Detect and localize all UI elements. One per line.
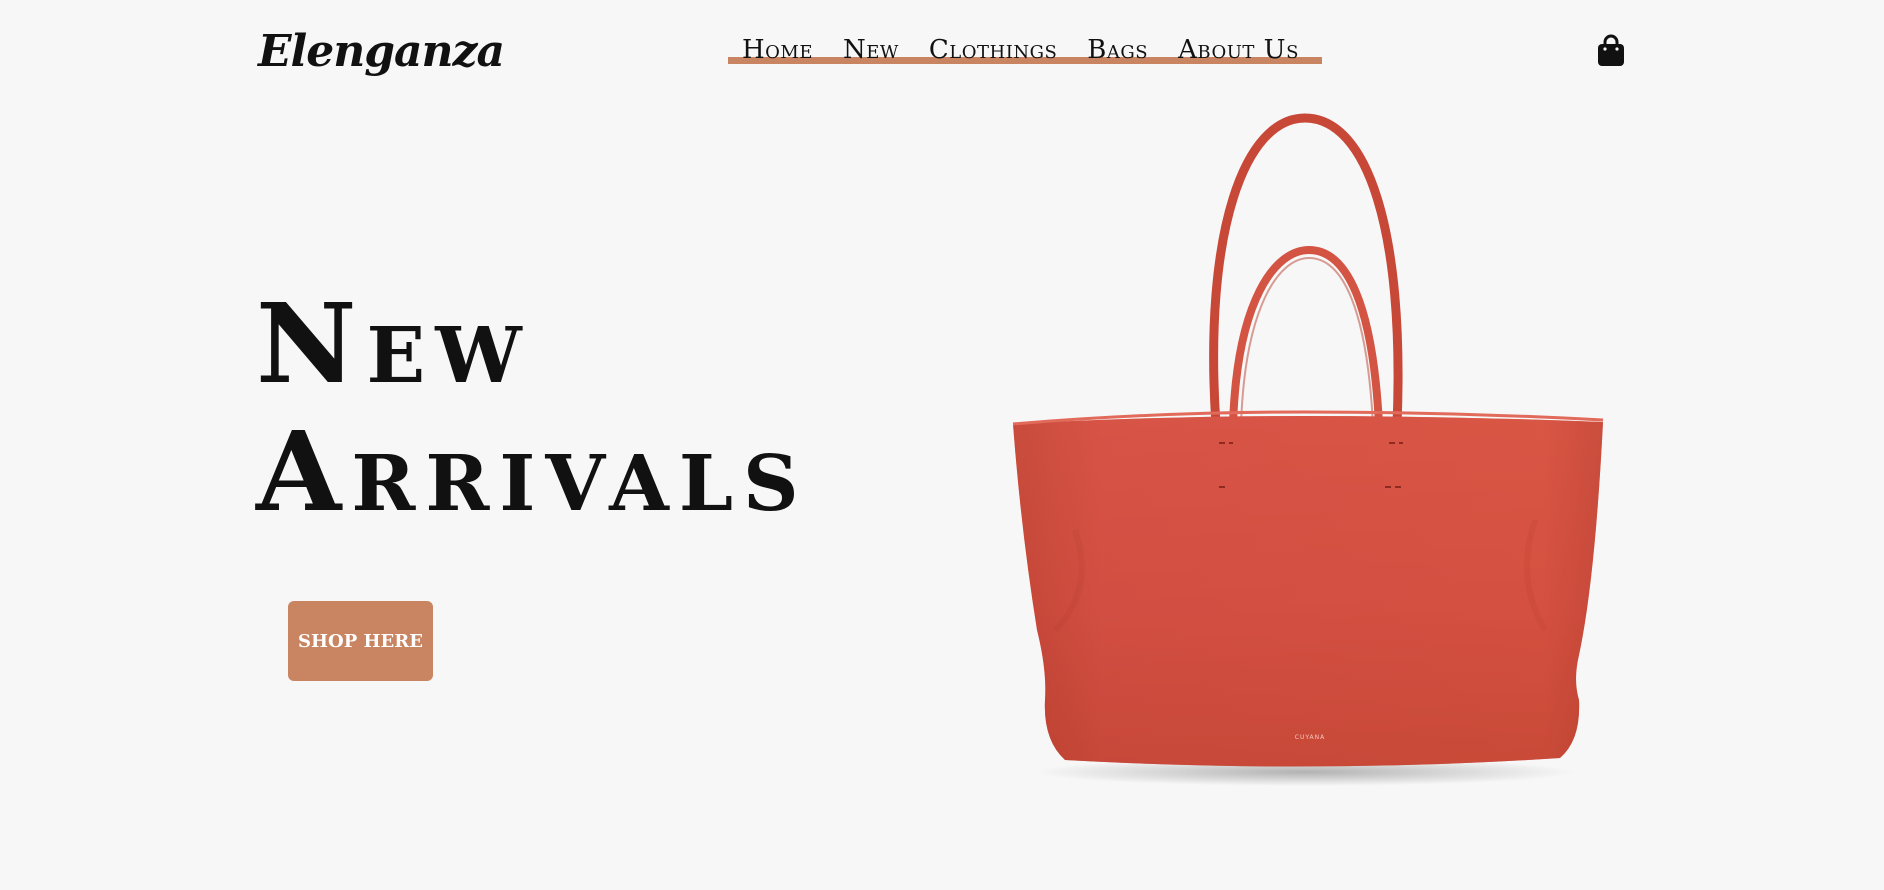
product-image-tote-bag[interactable]: CUYANA: [975, 110, 1625, 800]
nav-item-bags[interactable]: Bags: [1087, 30, 1148, 70]
shopping-bag-icon[interactable]: [1596, 34, 1626, 68]
nav-item-home[interactable]: Home: [742, 30, 813, 70]
hero-title-line-2: Arrivals: [256, 407, 809, 536]
nav-item-about-us[interactable]: About Us: [1178, 30, 1299, 70]
nav-item-clothings[interactable]: Clothings: [929, 30, 1057, 70]
main-nav: Home New Clothings Bags About Us: [742, 30, 1299, 70]
svg-text:CUYANA: CUYANA: [1295, 734, 1325, 741]
nav-item-new[interactable]: New: [843, 30, 899, 70]
hero-title-line-1: New: [256, 279, 532, 408]
hero-title: New Arrivals: [256, 280, 809, 536]
brand-logo[interactable]: Elenganza: [258, 22, 505, 82]
shop-here-button[interactable]: SHOP HERE: [288, 601, 433, 681]
